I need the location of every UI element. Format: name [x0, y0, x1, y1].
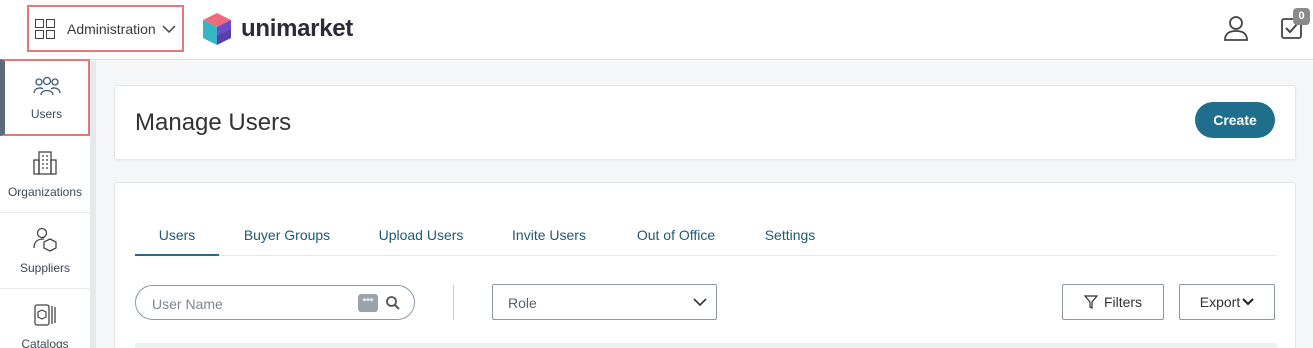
tab-out-of-office[interactable]: Out of Office: [631, 221, 721, 256]
brand-name: unimarket: [241, 15, 354, 42]
catalog-icon: [34, 304, 56, 326]
filters-button[interactable]: Filters: [1062, 284, 1164, 320]
tab-upload-users[interactable]: Upload Users: [375, 221, 467, 256]
supplier-icon: [33, 227, 57, 252]
sidebar-item-label: Organizations: [7, 185, 83, 199]
search-icon[interactable]: [385, 295, 401, 311]
users-icon: [32, 76, 61, 96]
divider: [453, 285, 454, 320]
chevron-down-icon: [693, 298, 707, 307]
sidebar-item-suppliers[interactable]: Suppliers: [0, 213, 90, 289]
top-bar: Administration unimarket 0: [0, 0, 1313, 60]
app-switcher[interactable]: Administration: [27, 5, 184, 52]
unimarket-logo-icon: [203, 13, 231, 45]
tab-users[interactable]: Users: [135, 221, 219, 256]
sidebar-item-label: Users: [30, 107, 63, 121]
sidebar: Users Organizations Suppliers Catalogs: [0, 59, 96, 348]
content-panel: Users Buyer Groups Upload Users Invite U…: [114, 182, 1296, 348]
app-grid-icon: [35, 18, 55, 39]
sidebar-item-users[interactable]: Users: [0, 59, 90, 136]
role-select-value: Role: [508, 295, 537, 311]
export-label: Export: [1199, 294, 1241, 310]
more-options-icon[interactable]: •••: [358, 294, 378, 312]
task-count-badge: 0: [1293, 8, 1310, 25]
app-switcher-label: Administration: [67, 20, 156, 37]
building-icon: [33, 151, 57, 175]
chevron-down-icon: [162, 24, 176, 33]
chevron-down-icon: [1242, 298, 1254, 306]
sidebar-item-catalogs[interactable]: Catalogs: [0, 289, 90, 348]
table-header: [135, 343, 1277, 348]
user-name-search-input[interactable]: User Name •••: [135, 285, 415, 320]
sidebar-item-label: Catalogs: [21, 337, 69, 348]
user-profile-icon[interactable]: [1222, 14, 1250, 42]
create-button[interactable]: Create: [1195, 102, 1275, 138]
sidebar-item-label: Suppliers: [19, 261, 71, 275]
filter-icon: [1083, 295, 1098, 309]
search-placeholder: User Name: [152, 296, 223, 312]
sidebar-item-organizations[interactable]: Organizations: [0, 137, 90, 213]
page-title: Manage Users: [135, 109, 292, 136]
role-select[interactable]: Role: [492, 284, 717, 320]
export-button[interactable]: Export: [1179, 284, 1275, 320]
tab-bar: Users Buyer Groups Upload Users Invite U…: [135, 221, 1277, 256]
brand[interactable]: unimarket: [202, 12, 353, 46]
tab-settings[interactable]: Settings: [761, 221, 819, 256]
page-header: Manage Users Create: [114, 85, 1296, 160]
tab-invite-users[interactable]: Invite Users: [507, 221, 591, 256]
filters-label: Filters: [1103, 294, 1143, 310]
tab-buyer-groups[interactable]: Buyer Groups: [239, 221, 335, 256]
